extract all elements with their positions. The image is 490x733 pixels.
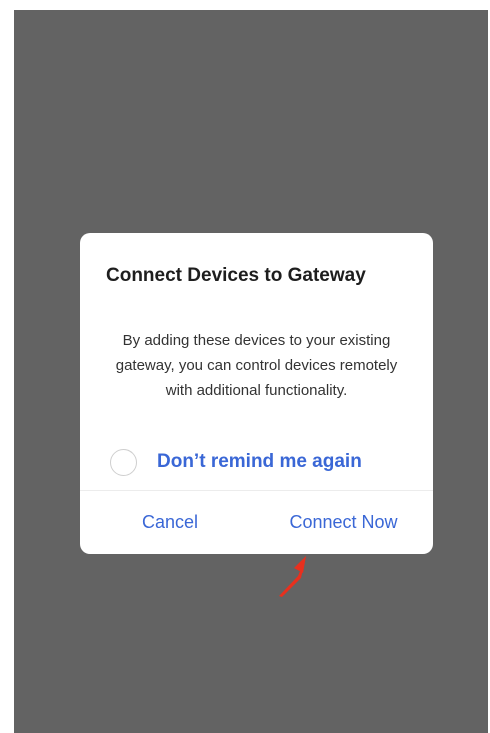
cancel-button[interactable]: Cancel [110,491,230,554]
red-arrow-icon [279,556,306,597]
dont-remind-option[interactable]: Don’t remind me again [110,447,362,477]
dialog-title: Connect Devices to Gateway [106,265,366,286]
dont-remind-label[interactable]: Don’t remind me again [157,451,362,473]
connect-gateway-dialog: Connect Devices to Gateway By adding the… [80,233,433,554]
dialog-message: By adding these devices to your existing… [115,332,398,399]
page: Connect Devices to Gateway By adding the… [0,0,490,733]
radio-button-icon[interactable] [110,448,137,476]
connect-now-button[interactable]: Connect Now [266,491,421,554]
